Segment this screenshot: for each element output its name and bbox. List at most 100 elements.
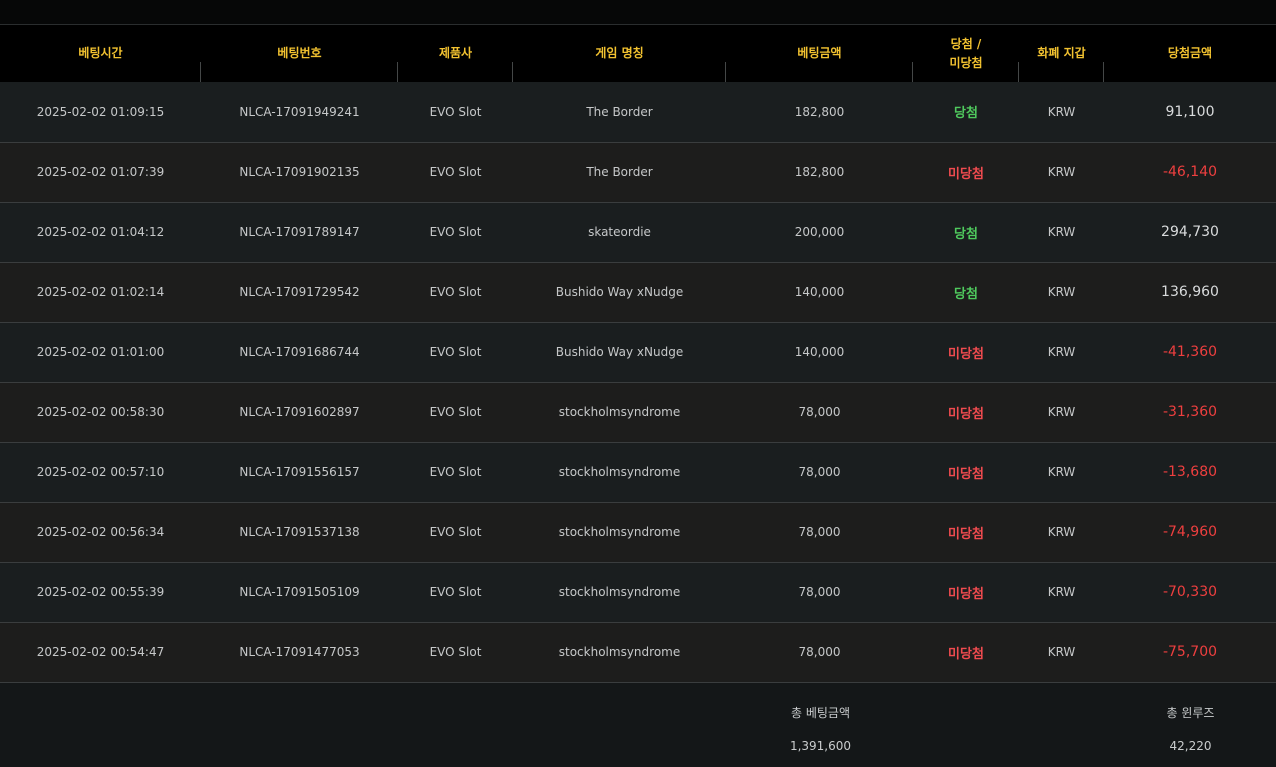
- table-row[interactable]: 2025-02-02 00:54:47 NLCA-17091477053 EVO S…: [0, 622, 1276, 682]
- cell-game-name: The Border: [586, 165, 653, 179]
- cell-bet-amount: 200,000: [794, 225, 845, 239]
- header-bet-amount[interactable]: 베팅금액: [726, 25, 913, 82]
- cell-payout: -46,140: [1162, 164, 1218, 180]
- cell-bet-id: NLCA-17091602897: [239, 405, 360, 419]
- cell-bet-amount: 78,000: [798, 525, 841, 539]
- cell-bet-time: 2025-02-02 01:09:15: [36, 104, 165, 119]
- cell-game-name: stockholmsyndrome: [558, 645, 681, 659]
- cell-game-name: skateordie: [588, 225, 651, 239]
- total-bet-summary: 총 베팅금액 1,391,600: [727, 686, 914, 767]
- cell-result: 미당첨: [948, 346, 984, 362]
- cell-result: 미당첨: [948, 586, 984, 602]
- cell-bet-amount: 78,000: [798, 645, 841, 659]
- cell-bet-amount: 182,800: [794, 104, 845, 119]
- cell-game-name: stockholmsyndrome: [558, 405, 681, 419]
- cell-bet-id: NLCA-17091556157: [239, 465, 360, 479]
- cell-wallet: KRW: [1047, 225, 1076, 239]
- cell-bet-amount: 78,000: [798, 465, 841, 479]
- header-game-name[interactable]: 게임 명칭: [513, 25, 726, 82]
- cell-provider: EVO Slot: [429, 225, 482, 239]
- cell-provider: EVO Slot: [429, 405, 482, 419]
- table-row[interactable]: 2025-02-02 01:04:12 NLCA-17091789147 EVO S…: [0, 202, 1276, 262]
- cell-result: 미당첨: [948, 166, 984, 182]
- cell-payout: -31,360: [1162, 404, 1218, 420]
- cell-wallet: KRW: [1047, 345, 1076, 359]
- cell-provider: EVO Slot: [429, 285, 482, 299]
- cell-bet-amount: 78,000: [798, 405, 841, 419]
- cell-result: 미당첨: [948, 406, 984, 422]
- cell-payout: -41,360: [1162, 344, 1218, 360]
- table-header-row: 베팅시간 베팅번호 제품사 게임 명칭 베팅금액 당첨 / 미당첨 화폐 지갑 당…: [0, 25, 1276, 82]
- cell-payout: 294,730: [1161, 224, 1219, 240]
- cell-result: 당첨: [954, 106, 978, 122]
- cell-bet-time: 2025-02-02 00:54:47: [36, 645, 165, 659]
- cell-provider: EVO Slot: [429, 585, 482, 599]
- cell-bet-amount: 78,000: [798, 585, 841, 599]
- cell-result: 미당첨: [948, 526, 984, 542]
- cell-bet-time: 2025-02-02 00:55:39: [36, 585, 165, 599]
- summary-section: 총 베팅금액 1,391,600 총 윈루즈 42,220: [0, 686, 1276, 767]
- cell-game-name: stockholmsyndrome: [558, 465, 681, 479]
- cell-bet-time: 2025-02-02 01:01:00: [36, 345, 165, 359]
- cell-bet-id: NLCA-17091537138: [239, 525, 360, 539]
- header-bet-id[interactable]: 베팅번호: [201, 25, 398, 82]
- cell-game-name: stockholmsyndrome: [558, 525, 681, 539]
- cell-result: 당첨: [954, 226, 978, 242]
- table-row[interactable]: 2025-02-02 01:01:00 NLCA-17091686744 EVO S…: [0, 322, 1276, 382]
- cell-provider: EVO Slot: [429, 525, 482, 539]
- table-row[interactable]: 2025-02-02 00:57:10 NLCA-17091556157 EVO S…: [0, 442, 1276, 502]
- header-provider[interactable]: 제품사: [398, 25, 513, 82]
- cell-game-name: Bushido Way xNudge: [555, 345, 684, 359]
- header-result[interactable]: 당첨 / 미당첨: [913, 25, 1019, 82]
- cell-bet-id: NLCA-17091949241: [239, 104, 360, 119]
- table-row[interactable]: 2025-02-02 01:07:39 NLCA-17091902135 EVO S…: [0, 142, 1276, 202]
- table-row[interactable]: 2025-02-02 00:55:39 NLCA-17091505109 EVO S…: [0, 562, 1276, 622]
- cell-bet-id: NLCA-17091686744: [239, 345, 360, 359]
- cell-payout: 136,960: [1161, 284, 1219, 300]
- cell-result: 당첨: [954, 286, 978, 302]
- cell-provider: EVO Slot: [429, 345, 482, 359]
- cell-result: 미당첨: [948, 466, 984, 482]
- cell-bet-time: 2025-02-02 01:02:14: [36, 285, 165, 299]
- cell-provider: EVO Slot: [429, 645, 482, 659]
- cell-wallet: KRW: [1047, 585, 1076, 599]
- total-winloss-label: 총 윈루즈: [1166, 706, 1215, 720]
- total-winloss-value: 42,220: [1169, 739, 1212, 753]
- header-wallet[interactable]: 화폐 지갑: [1019, 25, 1104, 82]
- cell-provider: EVO Slot: [429, 104, 482, 119]
- table-row[interactable]: 2025-02-02 00:56:34 NLCA-17091537138 EVO S…: [0, 502, 1276, 562]
- total-bet-value: 1,391,600: [789, 739, 852, 753]
- cell-bet-amount: 140,000: [794, 285, 845, 299]
- table-row[interactable]: 2025-02-02 00:58:30 NLCA-17091602897 EVO S…: [0, 382, 1276, 442]
- cell-payout: -13,680: [1162, 464, 1218, 480]
- cell-game-name: Bushido Way xNudge: [555, 285, 684, 299]
- cell-game-name: stockholmsyndrome: [558, 585, 681, 599]
- cell-wallet: KRW: [1047, 525, 1076, 539]
- bet-history-table: 베팅시간 베팅번호 제품사 게임 명칭 베팅금액 당첨 / 미당첨 화폐 지갑 당…: [0, 25, 1276, 683]
- cell-bet-time: 2025-02-02 01:04:12: [36, 225, 165, 239]
- header-bet-time[interactable]: 베팅시간: [0, 25, 201, 82]
- cell-bet-id: NLCA-17091729542: [239, 285, 360, 299]
- cell-bet-time: 2025-02-02 00:56:34: [36, 525, 165, 539]
- cell-bet-time: 2025-02-02 00:58:30: [36, 405, 165, 419]
- cell-wallet: KRW: [1047, 285, 1076, 299]
- cell-wallet: KRW: [1047, 645, 1076, 659]
- cell-result: 미당첨: [948, 646, 984, 662]
- cell-bet-amount: 182,800: [794, 165, 845, 179]
- cell-wallet: KRW: [1047, 165, 1076, 179]
- bet-history-page: 베팅시간 베팅번호 제품사 게임 명칭 베팅금액 당첨 / 미당첨 화폐 지갑 당…: [0, 0, 1276, 767]
- cell-game-name: The Border: [586, 104, 653, 119]
- cell-payout: -74,960: [1162, 524, 1218, 540]
- cell-wallet: KRW: [1047, 405, 1076, 419]
- table-row[interactable]: 2025-02-02 01:09:15 NLCA-17091949241 EVO S…: [0, 82, 1276, 142]
- cell-provider: EVO Slot: [429, 165, 482, 179]
- table-row[interactable]: 2025-02-02 01:02:14 NLCA-17091729542 EVO S…: [0, 262, 1276, 322]
- cell-payout: -75,700: [1162, 644, 1218, 660]
- header-payout[interactable]: 당첨금액: [1104, 25, 1276, 82]
- cell-payout: -70,330: [1162, 584, 1218, 600]
- cell-bet-time: 2025-02-02 00:57:10: [36, 465, 165, 479]
- cell-bet-id: NLCA-17091902135: [239, 165, 360, 179]
- total-bet-label: 총 베팅금액: [790, 706, 850, 720]
- cell-bet-id: NLCA-17091477053: [239, 645, 360, 659]
- top-strip: [0, 0, 1276, 25]
